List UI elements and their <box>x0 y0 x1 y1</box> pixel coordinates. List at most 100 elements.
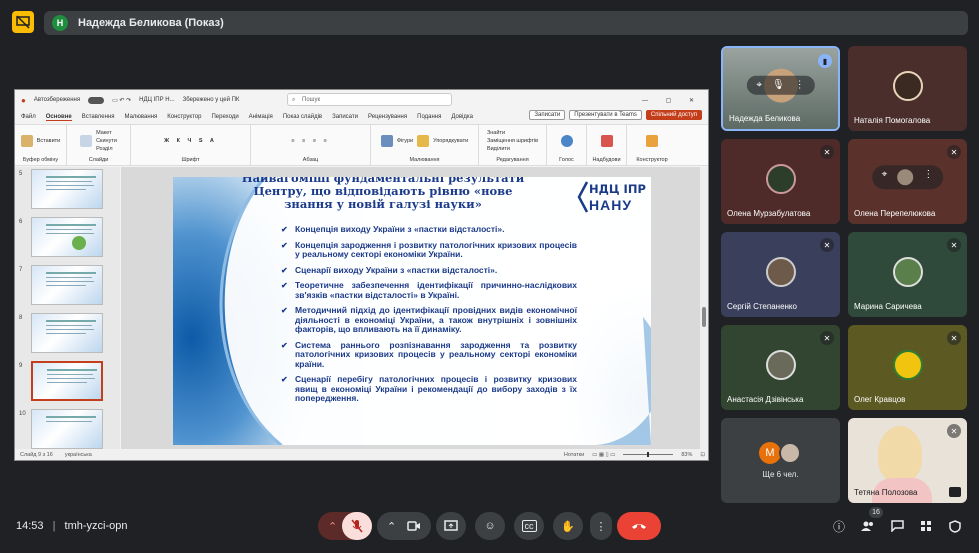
share-button[interactable]: Спільний доступ <box>645 110 702 120</box>
participant-tile[interactable]: ✕ Олена Мурзабулатова <box>721 139 840 224</box>
chevron-up-icon[interactable]: ⌃ <box>328 520 337 533</box>
section-button[interactable]: Розділ <box>96 146 117 152</box>
menu-review[interactable]: Рецензування <box>368 114 407 120</box>
thumbnail-item[interactable]: 6 <box>15 217 120 259</box>
presenter-banner[interactable]: Н Надежда Беликова (Показ) <box>44 11 968 35</box>
more-options-button[interactable]: ⋮ <box>590 512 612 540</box>
pin-icon[interactable]: ⌖ <box>756 79 762 90</box>
replace-fonts-button[interactable]: Заміщення шрифтів <box>487 138 538 144</box>
people-icon[interactable] <box>860 519 876 533</box>
paragraph-controls[interactable]: ≡ ≡ ≡ ≡ <box>291 138 329 144</box>
font-controls[interactable]: Ж К Ч S A <box>164 138 217 144</box>
tile-controls[interactable]: ⌖ ⋮ <box>871 164 944 189</box>
select-button[interactable]: Виділити <box>487 146 510 152</box>
participant-tile[interactable]: ✕ Олег Кравцов <box>848 325 967 410</box>
view-buttons[interactable]: ▭ ▦ ▯ ▭ <box>592 452 615 458</box>
zoom-level[interactable]: 83% <box>681 452 692 458</box>
window-controls[interactable]: — ▢ ✕ <box>642 97 702 104</box>
addins-icon[interactable] <box>600 135 613 147</box>
slide-thumbnail[interactable] <box>31 409 103 449</box>
menu-view[interactable]: Подання <box>417 114 441 120</box>
layout-button[interactable]: Макет <box>96 130 117 136</box>
participant-tile[interactable]: ✕ Сергій Степаненко <box>721 232 840 317</box>
raise-hand-button[interactable]: ✋ <box>553 512 583 540</box>
group-label: Слайди <box>88 157 109 163</box>
slide-scrollbar[interactable] <box>700 167 708 451</box>
menu-slideshow[interactable]: Показ слайдів <box>283 114 322 120</box>
autosave-toggle[interactable] <box>88 96 105 104</box>
designer-label[interactable]: Конструктор <box>636 157 667 163</box>
presentation-icon[interactable] <box>12 11 34 33</box>
chevron-up-icon[interactable]: ⌃ <box>387 520 396 533</box>
fit-slide-icon[interactable]: ⊡ <box>700 452 705 458</box>
dictate-icon[interactable] <box>560 135 573 147</box>
new-slide-icon[interactable] <box>80 135 93 147</box>
mute-icon[interactable]: 🎙 <box>772 79 785 90</box>
reset-button[interactable]: Скинути <box>96 138 117 144</box>
present-button[interactable] <box>436 512 466 540</box>
captions-button[interactable]: cc <box>514 512 544 540</box>
mic-off-icon: ✕ <box>947 145 961 159</box>
record-button[interactable]: Записати <box>529 110 566 120</box>
reactions-button[interactable]: ☺ <box>475 512 505 540</box>
menu-record[interactable]: Записати <box>332 114 358 120</box>
scrollbar-thumb[interactable] <box>702 307 706 327</box>
designer-icon[interactable] <box>646 135 658 147</box>
activities-icon[interactable] <box>918 519 934 533</box>
shapes-icon[interactable] <box>380 135 393 147</box>
save-icon[interactable]: ▭ ↶ ↷ <box>112 97 131 104</box>
participant-tile[interactable]: ✕ Марина Саричева <box>848 232 967 317</box>
participant-tile[interactable]: ✕ Анастасія Дзівінська <box>721 325 840 410</box>
participant-avatar <box>892 256 923 287</box>
menu-draw[interactable]: Малювання <box>125 114 158 120</box>
thumbnail-item-selected[interactable]: 9 <box>15 361 120 403</box>
shapes-label[interactable]: Фігури <box>397 138 413 144</box>
paste-label[interactable]: Вставити <box>37 138 61 144</box>
thumbnail-item[interactable]: 8 <box>15 313 120 355</box>
thumbnail-item[interactable]: 10 <box>15 409 120 451</box>
menu-design[interactable]: Конструктор <box>167 114 201 120</box>
search-input[interactable]: ⌕ Пошук <box>287 93 452 106</box>
current-slide[interactable]: Найвагоміші фундаментальні результати Це… <box>173 177 651 445</box>
language-status[interactable]: українська <box>65 452 92 458</box>
pin-icon[interactable]: ⌖ <box>882 169 888 185</box>
arrange-icon[interactable] <box>417 135 430 147</box>
arrange-label[interactable]: Упорядкувати <box>433 138 468 144</box>
slide-thumbnails[interactable]: 5 6 7 8 9 10 <box>15 167 120 451</box>
menu-animations[interactable]: Анімація <box>249 114 273 120</box>
leave-call-button[interactable] <box>617 512 661 540</box>
menu-transitions[interactable]: Переходи <box>211 114 238 120</box>
participant-tile[interactable]: Наталія Помогалова <box>848 46 967 131</box>
menu-help[interactable]: Довідка <box>451 114 473 120</box>
participant-tile[interactable]: ⌖ ⋮ ✕ Олена Перепелюкова <box>848 139 967 224</box>
paste-icon[interactable] <box>20 135 33 147</box>
more-icon[interactable]: ⋮ <box>795 79 805 90</box>
more-icon[interactable]: ⋮ <box>923 169 933 185</box>
meeting-info-icon[interactable]: ⓘ <box>831 519 847 534</box>
slide-thumbnail-selected[interactable] <box>31 361 103 401</box>
host-controls-icon[interactable] <box>947 519 963 533</box>
thumbnail-item[interactable]: 7 <box>15 265 120 307</box>
slide-thumbnail[interactable] <box>31 313 103 353</box>
menu-home[interactable]: Основне <box>45 114 72 121</box>
mic-toggle-button[interactable] <box>342 512 372 540</box>
tile-controls[interactable]: ⌖ 🎙 ⋮ <box>746 75 815 95</box>
file-name: НДЦ ІПР Н... <box>139 97 175 103</box>
notes-button[interactable]: Нотатки <box>564 452 584 458</box>
camera-control[interactable]: ⌃ <box>377 512 431 540</box>
chat-icon[interactable] <box>889 519 905 533</box>
others-tile[interactable]: М Ще 6 чел. <box>721 418 840 503</box>
present-teams-button[interactable]: Презентувати в Teams <box>569 110 642 120</box>
self-view-icon[interactable] <box>949 487 961 497</box>
menu-file[interactable]: Файл <box>21 114 36 120</box>
self-tile[interactable]: ✕ Тетяна Полозова <box>848 418 967 503</box>
menu-insert[interactable]: Вставлення <box>82 114 115 120</box>
slide-thumbnail[interactable] <box>31 169 103 209</box>
slide-thumbnail[interactable] <box>31 217 103 257</box>
find-button[interactable]: Знайти <box>487 130 505 136</box>
participant-tile[interactable]: ⌖ 🎙 ⋮ ▮ Надежда Беликова <box>721 46 840 131</box>
zoom-slider[interactable] <box>623 452 674 457</box>
emoji-icon: ☺ <box>484 520 496 532</box>
slide-thumbnail[interactable] <box>31 265 103 305</box>
thumbnail-item[interactable]: 5 <box>15 169 120 211</box>
